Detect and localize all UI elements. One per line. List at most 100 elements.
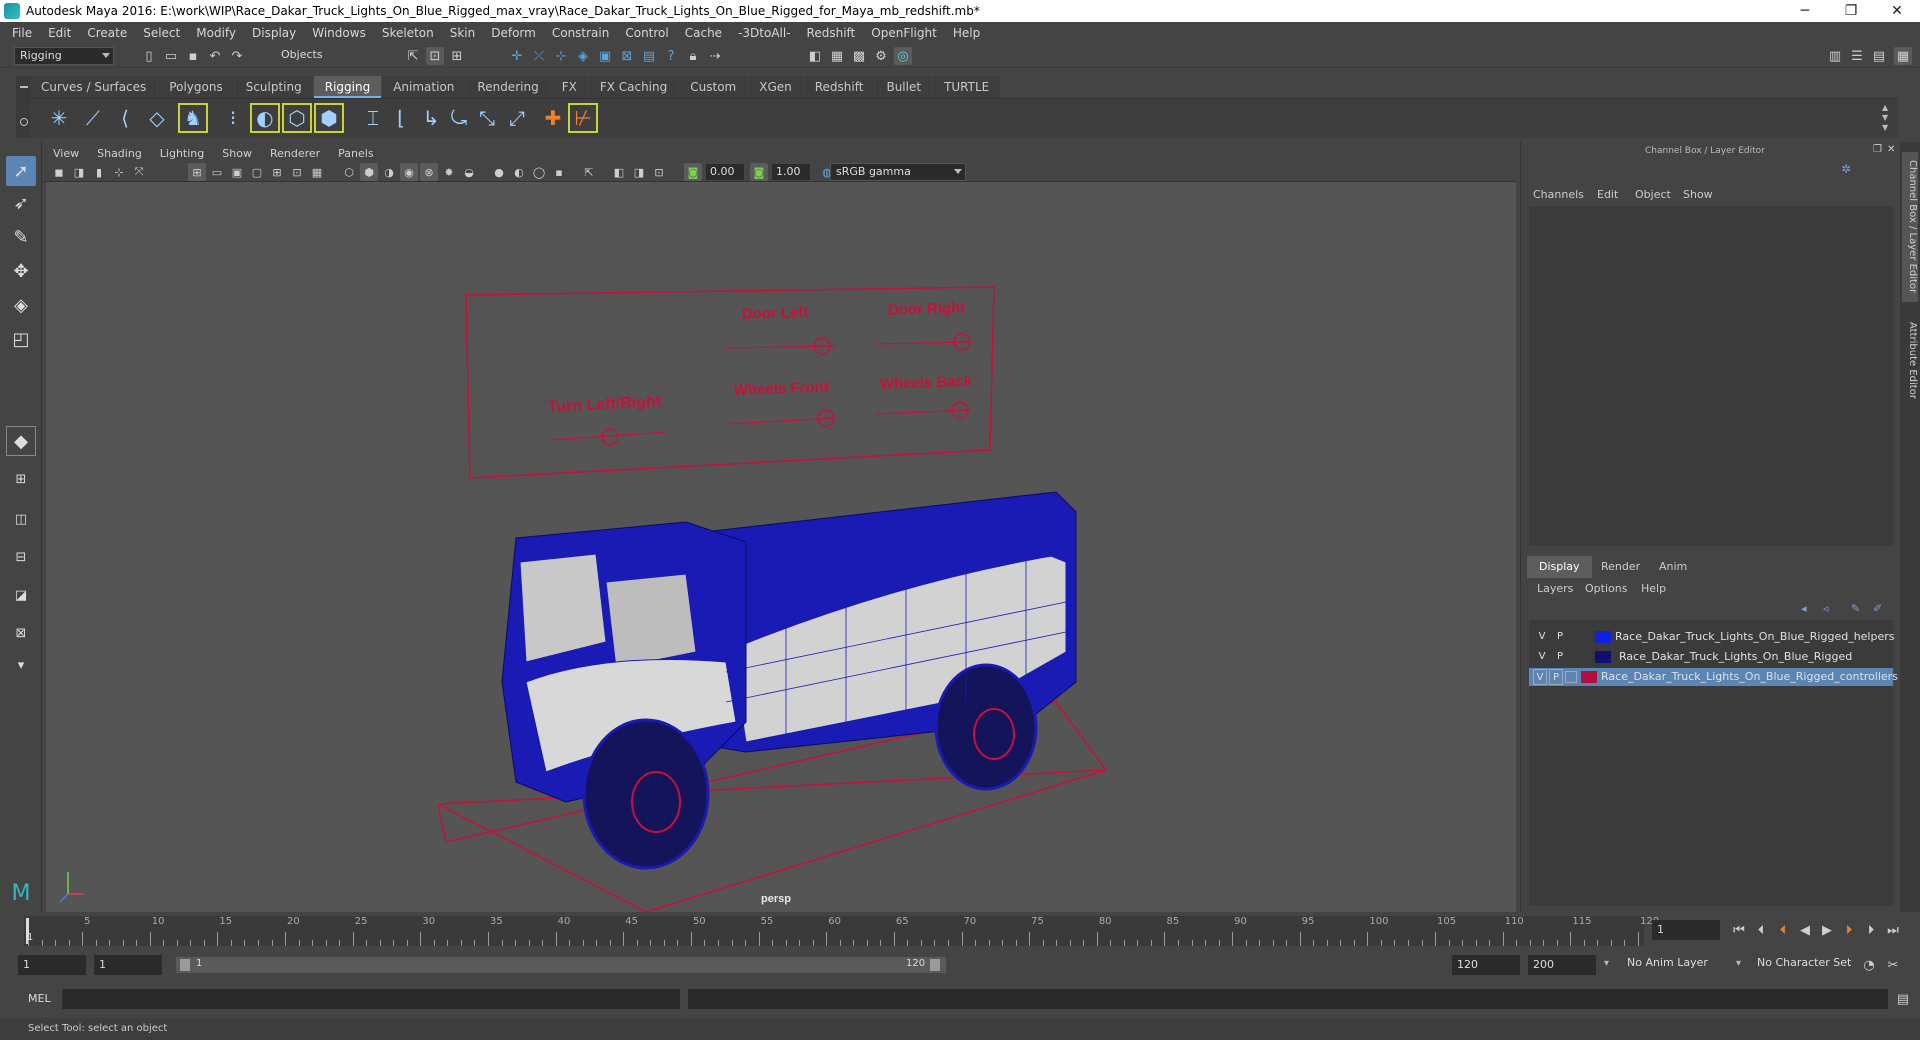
anim-layer-dropdown[interactable]: No Anim Layer xyxy=(1622,955,1748,975)
wireframe-icon[interactable]: ⬡ xyxy=(340,163,358,181)
locator-icon[interactable]: ⌶ xyxy=(358,103,388,133)
gate-mask-icon[interactable]: ▢ xyxy=(248,163,266,181)
tab-display[interactable]: Display xyxy=(1527,556,1592,578)
two-d-pan-icon[interactable]: ⤧ xyxy=(130,163,148,181)
cb-menu-object[interactable]: Object xyxy=(1635,188,1671,201)
snap-view-icon[interactable]: ◈ xyxy=(574,47,592,65)
menu-display[interactable]: Display xyxy=(244,26,304,40)
snap-point-icon[interactable]: ⊹ xyxy=(552,47,570,65)
ik-spline-icon[interactable]: ⟨ xyxy=(110,103,140,133)
time-slider[interactable]: 1 5 10 15 20 25 30 35 40 45 50 55 60 65 70 75 80 85 90 95 1… xyxy=(24,916,1659,946)
side-tab-attribute-editor[interactable]: Attribute Editor xyxy=(1902,310,1918,410)
select-tool-icon[interactable]: ➚ xyxy=(6,156,36,186)
menu-help[interactable]: Help xyxy=(945,26,988,40)
menu-edit[interactable]: Edit xyxy=(40,26,79,40)
orient-constraint-icon[interactable]: ⤿ xyxy=(444,103,474,133)
orient-joint-icon[interactable]: ◇ xyxy=(142,103,172,133)
lock-icon[interactable]: 🔒︎ xyxy=(684,47,702,65)
layer-visibility-toggle[interactable]: V xyxy=(1533,669,1547,685)
range-start-handle[interactable] xyxy=(180,959,190,971)
ambient-occlusion-icon[interactable]: ● xyxy=(490,163,508,181)
vp-menu-view[interactable]: View xyxy=(44,147,88,160)
command-input[interactable] xyxy=(62,989,680,1009)
gamma-field[interactable]: 1.00 xyxy=(772,164,810,180)
save-scene-icon[interactable]: ▪ xyxy=(184,47,202,65)
render-settings-icon[interactable]: ⚙ xyxy=(872,47,890,65)
layout-outliner-icon[interactable]: ⊟ xyxy=(6,542,36,572)
tab-custom[interactable]: Custom xyxy=(679,76,748,98)
open-scene-icon[interactable]: ▭ xyxy=(162,47,180,65)
layout-hypershade-icon[interactable]: ⊠ xyxy=(6,618,36,648)
layer-menu-options[interactable]: Options xyxy=(1585,582,1627,595)
film-gate-icon[interactable]: ▭ xyxy=(208,163,226,181)
range-slider[interactable]: 1 120 xyxy=(176,957,946,973)
layer-playback-toggle[interactable]: P xyxy=(1553,629,1567,645)
play-backward-icon[interactable]: ◀ xyxy=(1796,921,1814,939)
pole-vector-icon[interactable]: ✚ xyxy=(538,103,568,133)
toggle-attribute-icon[interactable]: ▤ xyxy=(1870,47,1888,65)
playback-end-field[interactable]: 120 xyxy=(1452,955,1520,975)
wireframe-on-shaded-icon[interactable]: ◉ xyxy=(400,163,418,181)
menu-constrain[interactable]: Constrain xyxy=(544,26,618,40)
shelf-options[interactable] xyxy=(16,76,30,138)
tab-bullet[interactable]: Bullet xyxy=(875,76,933,98)
layer-menu-layers[interactable]: Layers xyxy=(1537,582,1573,595)
xray-icon[interactable]: ◧ xyxy=(610,163,628,181)
smooth-bind-icon[interactable]: ◐ xyxy=(250,103,280,133)
anim-prefs-icon[interactable]: ✂ xyxy=(1884,956,1902,974)
move-tool-icon[interactable]: ✥ xyxy=(6,256,36,286)
move-layer-down-icon[interactable]: ◃ xyxy=(1823,602,1829,615)
script-editor-icon[interactable]: ▤ xyxy=(1894,990,1912,1008)
vp-menu-shading[interactable]: Shading xyxy=(88,147,151,160)
layout-four-icon[interactable]: ⊞ xyxy=(6,464,36,494)
select-component-icon[interactable]: ⊞ xyxy=(448,47,466,65)
range-end-handle[interactable] xyxy=(930,959,940,971)
gamma-icon[interactable]: ◙ xyxy=(750,163,768,181)
new-layer-icon[interactable]: ✎ xyxy=(1851,602,1860,615)
selection-mode-dropdown[interactable]: Objects xyxy=(276,47,376,65)
maximize-button[interactable]: ❐ xyxy=(1828,0,1874,22)
exposure-icon[interactable]: ◙ xyxy=(684,163,702,181)
exposure-field[interactable]: 0.00 xyxy=(706,164,744,180)
resolution-gate-icon[interactable]: ▣ xyxy=(228,163,246,181)
motion-blur-icon[interactable]: ◐ xyxy=(510,163,528,181)
tab-anim[interactable]: Anim xyxy=(1647,556,1699,578)
layer-row-selected[interactable]: V P Race_Dakar_Truck_Lights_On_Blue_Rigg… xyxy=(1529,668,1898,686)
layer-color-swatch[interactable] xyxy=(1595,651,1611,663)
minimize-button[interactable]: ─ xyxy=(1782,0,1828,22)
tab-polygons[interactable]: Polygons xyxy=(158,76,234,98)
layout-side-icon[interactable]: ◫ xyxy=(6,504,36,534)
turn-handle[interactable] xyxy=(601,428,619,446)
go-to-end-icon[interactable]: ⏭ xyxy=(1884,921,1902,939)
menu-3dtoall[interactable]: -3DtoAll- xyxy=(730,26,798,40)
tab-redshift[interactable]: Redshift xyxy=(803,76,875,98)
channelbox-manip-icon[interactable]: ✲ xyxy=(1841,162,1851,176)
xray-joints-icon[interactable]: ⊡ xyxy=(650,163,668,181)
shelf-scroll-arrows[interactable]: ▲ ▼ ▼ xyxy=(1882,103,1892,133)
menu-deform[interactable]: Deform xyxy=(483,26,544,40)
toggle-outliner-icon[interactable]: ☰ xyxy=(1848,47,1866,65)
bind-skin-icon[interactable]: ⁝ xyxy=(218,103,248,133)
safe-title-icon[interactable]: ▦ xyxy=(308,163,326,181)
step-back-key-icon[interactable]: ⏴ xyxy=(1774,921,1792,939)
animation-end-field[interactable]: 200 xyxy=(1528,955,1596,975)
point-constraint-icon[interactable]: ⌊ xyxy=(386,103,416,133)
rotate-tool-icon[interactable]: ◈ xyxy=(6,290,36,320)
menu-openflight[interactable]: OpenFlight xyxy=(863,26,945,40)
menu-control[interactable]: Control xyxy=(617,26,676,40)
chevron-down-icon[interactable]: ▾ xyxy=(1736,958,1741,969)
layer-row[interactable]: V P Race_Dakar_Truck_Lights_On_Blue_Rigg… xyxy=(1529,628,1895,646)
menu-set-dropdown[interactable]: Rigging xyxy=(14,47,114,65)
help-mode-icon[interactable]: ? xyxy=(662,47,680,65)
grid-icon[interactable]: ⊞ xyxy=(188,163,206,181)
shadows-icon[interactable]: ◒ xyxy=(460,163,478,181)
vp-menu-renderer[interactable]: Renderer xyxy=(261,147,329,160)
color-space-dropdown[interactable]: sRGB gamma xyxy=(830,163,966,181)
layout-graph-icon[interactable]: ◪ xyxy=(6,580,36,610)
layer-color-swatch[interactable] xyxy=(1581,671,1597,683)
select-object-icon[interactable]: ⊡ xyxy=(426,47,444,65)
panel-float-icon[interactable]: ❐ xyxy=(1873,144,1882,155)
smooth-shade-icon[interactable]: ⬢ xyxy=(360,163,378,181)
move-layer-up-icon[interactable]: ◂ xyxy=(1801,602,1807,615)
side-tab-channelbox[interactable]: Channel Box / Layer Editor xyxy=(1902,152,1918,302)
